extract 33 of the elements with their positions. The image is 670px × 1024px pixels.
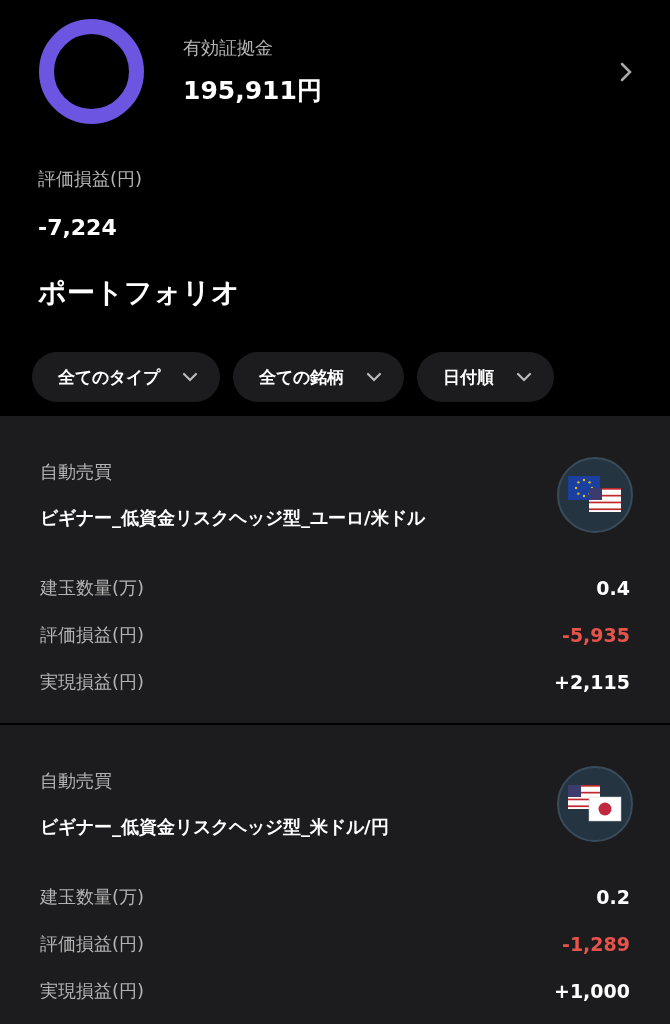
filter-dropdown[interactable]: 全ての銘柄: [233, 352, 404, 402]
row-label: 実現損益(円): [40, 669, 145, 694]
margin-label: 有効証拠金: [183, 36, 274, 60]
row-label: 実現損益(円): [40, 978, 145, 1003]
row-value: 0.2: [596, 885, 630, 908]
chevron-down-icon: [182, 372, 198, 382]
strategy-name: ビギナー_低資金リスクヘッジ型_米ドル/円: [40, 815, 389, 839]
pl-label: 評価損益(円): [38, 167, 144, 191]
filter-dropdown[interactable]: 日付順: [417, 352, 554, 402]
row-value: -1,289: [562, 932, 630, 955]
position-card[interactable]: 自動売買 ビギナー_低資金リスクヘッジ型_ユーロ/米ドル 建玉数量(万) 0.4 評価損益(円) -5,935 実現損益(円) +2,115: [0, 416, 670, 725]
strategy-name: ビギナー_低資金リスクヘッジ型_ユーロ/米ドル: [40, 506, 425, 530]
row-label: 評価損益(円): [40, 622, 145, 647]
flags-icon: [556, 456, 634, 534]
row-value: 0.4: [596, 576, 630, 599]
row-label: 建玉数量(万): [40, 575, 145, 600]
chevron-down-icon: [366, 372, 382, 382]
row-value: -5,935: [562, 623, 630, 646]
row-value: +2,115: [553, 670, 630, 693]
flags-icon: [556, 765, 634, 843]
trade-type: 自動売買: [40, 769, 113, 793]
row-value: +1,000: [553, 979, 630, 1002]
ring-icon: [38, 18, 145, 125]
chevron-right-icon[interactable]: [620, 61, 632, 82]
margin-value: 195,911円: [183, 75, 323, 107]
section-title: ポートフォリオ: [38, 275, 241, 311]
filter-dropdown[interactable]: 全てのタイプ: [32, 352, 220, 402]
trade-type: 自動売買: [40, 460, 113, 484]
pl-value: -7,224: [38, 215, 118, 240]
row-label: 評価損益(円): [40, 931, 145, 956]
chevron-down-icon: [516, 372, 532, 382]
row-label: 建玉数量(万): [40, 884, 145, 909]
position-card[interactable]: 自動売買 ビギナー_低資金リスクヘッジ型_米ドル/円 建玉数量(万) 0.2 評価損益(円) -1,289 実現損益(円) +1,000: [0, 725, 670, 1024]
